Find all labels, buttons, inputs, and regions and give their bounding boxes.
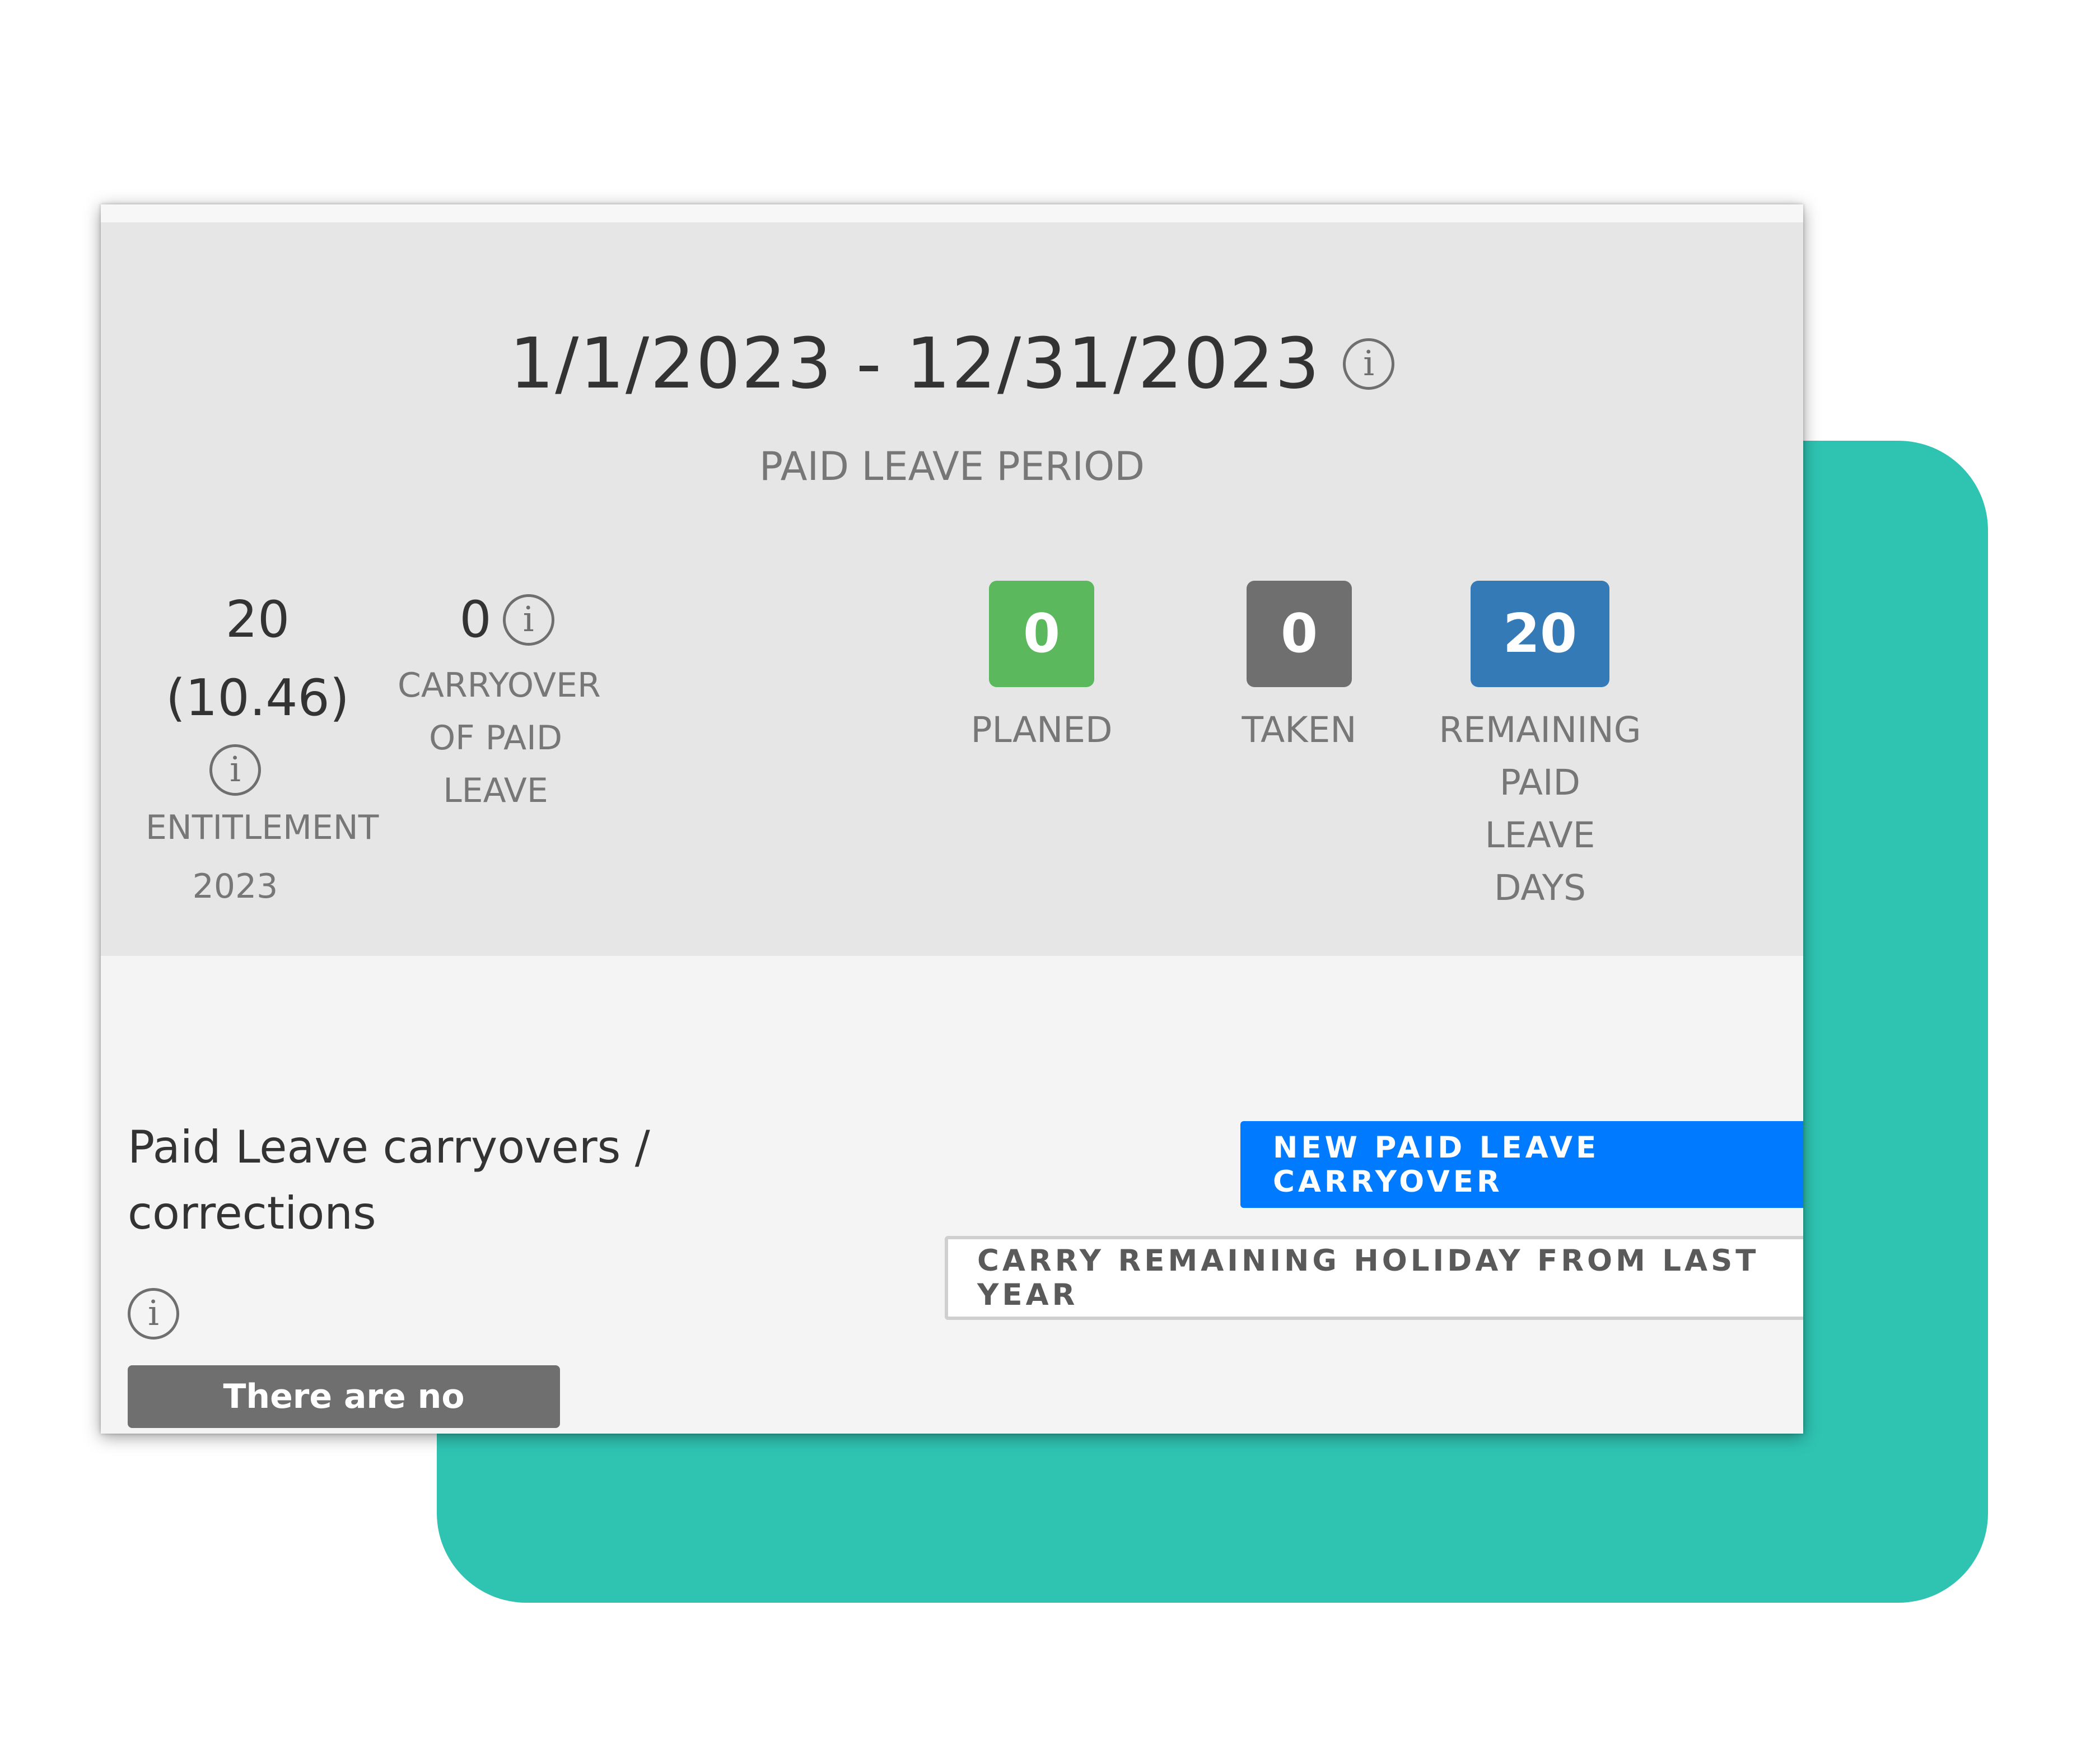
entitlement-label: ENTITLEMENT — [146, 808, 379, 847]
section-title-line-2: corrections — [128, 1187, 376, 1239]
planned-stat: 0 PLANED — [958, 581, 1126, 757]
info-icon[interactable]: i — [502, 594, 554, 646]
period-label: PAID LEAVE PERIOD — [759, 444, 1145, 489]
info-icon[interactable]: i — [209, 744, 261, 796]
leave-summary-panel: 1/1/2023 - 12/31/2023 i PAID LEAVE PERIO… — [101, 222, 1803, 956]
period-header: 1/1/2023 - 12/31/2023 i — [101, 323, 1803, 404]
taken-badge: 0 — [1247, 581, 1352, 687]
remaining-label-2: PAID — [1499, 762, 1581, 803]
remaining-stat: 20 REMAINING PAID LEAVE DAYS — [1422, 581, 1658, 914]
entitlement-year: 2023 — [192, 867, 278, 906]
planned-label: PLANED — [970, 710, 1113, 750]
entitlement-stat: 20 (10.46) i ENTITLEMENT 2023 — [146, 581, 379, 919]
remaining-badge: 20 — [1471, 581, 1609, 687]
remaining-label-1: REMAINING — [1439, 710, 1641, 750]
paid-leave-card: 1/1/2023 - 12/31/2023 i PAID LEAVE PERIO… — [101, 204, 1803, 1434]
carry-remaining-holiday-button[interactable]: CARRY REMAINING HOLIDAY FROM LAST YEAR — [945, 1236, 1803, 1320]
carryover-label-3: LEAVE — [443, 771, 548, 810]
taken-stat: 0 TAKEN — [1215, 581, 1383, 757]
planned-badge: 0 — [989, 581, 1094, 687]
carryover-stat: 0 i CARRYOVER OF PAID LEAVE — [398, 581, 601, 817]
period-dates: 1/1/2023 - 12/31/2023 — [509, 323, 1321, 404]
info-icon[interactable]: i — [128, 1288, 179, 1340]
entitlement-hours: (10.46) — [166, 669, 349, 727]
new-paid-leave-carryover-button[interactable]: NEW PAID LEAVE CARRYOVER — [1240, 1121, 1803, 1208]
no-carryovers-badge: There are no carryovers — [128, 1365, 560, 1428]
section-title-line-1: Paid Leave carryovers / — [128, 1121, 650, 1173]
carryover-label-1: CARRYOVER — [398, 666, 601, 705]
info-icon[interactable]: i — [1343, 338, 1395, 390]
remaining-label-3: LEAVE — [1485, 815, 1595, 856]
carryover-value: 0 — [459, 590, 492, 649]
carryovers-section-title: Paid Leave carryovers / corrections — [128, 1114, 744, 1247]
taken-label: TAKEN — [1242, 710, 1357, 750]
card-top-strip — [101, 204, 1803, 222]
remaining-label-4: DAYS — [1494, 867, 1586, 908]
entitlement-value: 20 — [225, 590, 290, 649]
carryover-label-2: OF PAID — [428, 718, 563, 758]
